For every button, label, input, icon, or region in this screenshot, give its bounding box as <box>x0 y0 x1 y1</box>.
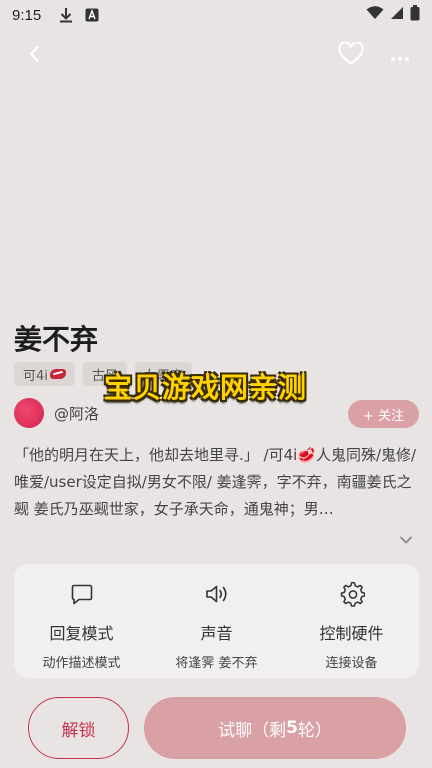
author-row[interactable]: @阿洛 <box>14 398 99 428</box>
trial-count: 5 <box>286 718 298 738</box>
back-button[interactable] <box>20 42 48 70</box>
hardware-option[interactable]: 控制硬件 连接设备 <box>284 564 419 678</box>
steak-icon <box>49 369 66 379</box>
tag-item[interactable]: 可4i <box>14 362 75 386</box>
chat-bubble-icon <box>68 580 96 608</box>
more-dots-icon <box>390 47 410 66</box>
option-label: 声音 <box>200 624 233 643</box>
download-icon <box>59 7 73 23</box>
voice-option[interactable]: 声音 将逢霁 姜不弃 <box>149 564 284 678</box>
trial-suffix: 轮） <box>297 720 332 741</box>
follow-button[interactable]: + 关注 <box>348 400 419 428</box>
author-name[interactable]: @阿洛 <box>54 403 99 424</box>
speaker-icon <box>203 580 231 608</box>
gear-icon <box>338 580 366 608</box>
option-value: 动作描述模式 <box>42 656 121 671</box>
option-value: 将逢霁 姜不弃 <box>175 656 258 671</box>
signal-icon <box>390 6 404 24</box>
watermark-text: 宝贝游戏网亲测 <box>104 371 308 404</box>
status-time: 9:15 <box>12 6 42 24</box>
favorite-button[interactable] <box>336 41 366 70</box>
battery-icon <box>410 5 420 25</box>
chevron-down-icon <box>399 530 413 549</box>
unlock-button[interactable]: 解锁 <box>28 697 129 759</box>
heart-icon <box>338 41 364 70</box>
trial-prefix: 试聊（剩 <box>218 720 287 741</box>
option-value: 连接设备 <box>325 656 378 671</box>
chevron-left-icon <box>28 45 40 67</box>
wifi-icon <box>366 6 384 24</box>
avatar[interactable] <box>14 398 44 428</box>
expand-button[interactable] <box>399 530 413 549</box>
font-app-icon <box>85 8 99 22</box>
character-description: 「他的明月在天上，他却去地里寻.」 /可4i🥩人鬼同殊/鬼修/唯爱/user设定… <box>14 446 417 518</box>
status-bar: 9:15 <box>0 0 432 30</box>
settings-card: 回复模式 动作描述模式 声音 将逢霁 姜不弃 控制硬件 连接设备 <box>14 564 419 678</box>
character-name: 姜不弃 <box>14 323 99 356</box>
option-label: 控制硬件 <box>319 624 384 643</box>
trial-chat-button[interactable]: 试聊（剩 5 轮） <box>144 697 406 759</box>
tag-label: 可4i <box>23 368 48 384</box>
top-nav <box>0 38 432 74</box>
option-label: 回复模式 <box>49 624 114 643</box>
reply-mode-option[interactable]: 回复模式 动作描述模式 <box>14 564 149 678</box>
more-button[interactable] <box>386 42 414 70</box>
